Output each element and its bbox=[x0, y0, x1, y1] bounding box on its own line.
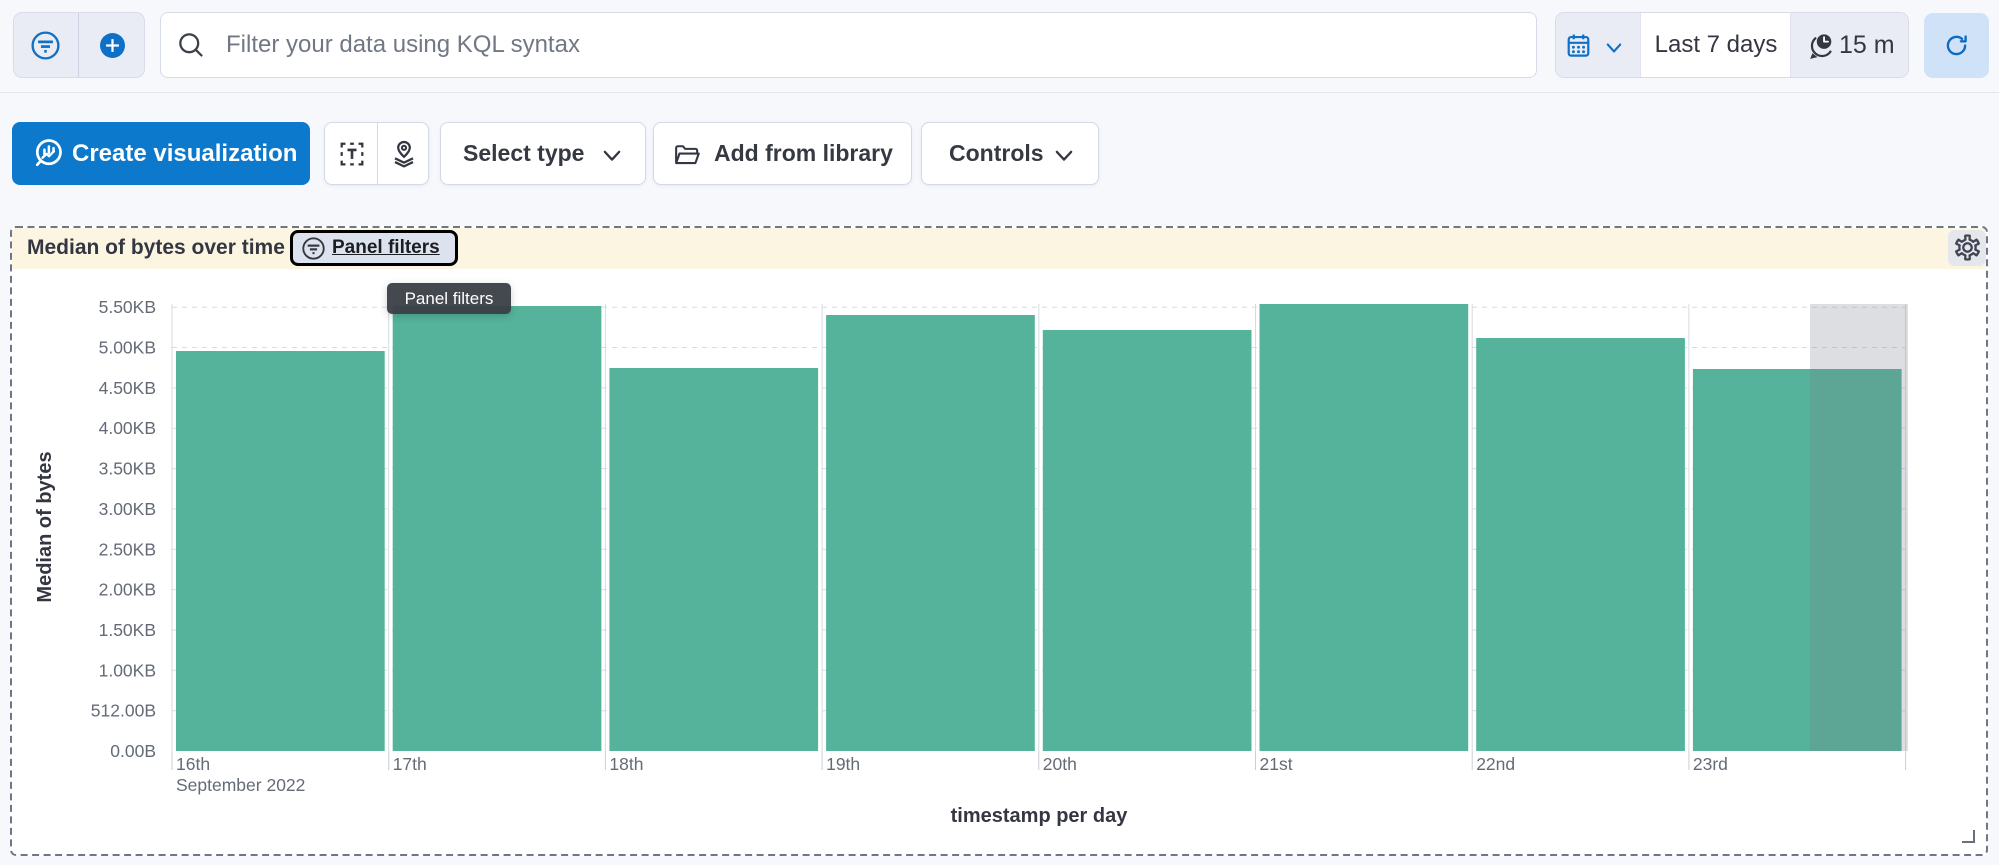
svg-text:18th: 18th bbox=[609, 754, 643, 774]
svg-text:timestamp per day: timestamp per day bbox=[951, 805, 1129, 827]
svg-text:3.00KB: 3.00KB bbox=[99, 499, 156, 519]
svg-text:21st: 21st bbox=[1260, 754, 1293, 774]
svg-text:23rd: 23rd bbox=[1693, 754, 1728, 774]
svg-text:1.00KB: 1.00KB bbox=[99, 660, 156, 680]
svg-text:512.00B: 512.00B bbox=[91, 701, 156, 721]
svg-text:20th: 20th bbox=[1043, 754, 1077, 774]
svg-text:3.50KB: 3.50KB bbox=[99, 459, 156, 479]
svg-text:Median of bytes: Median of bytes bbox=[34, 451, 56, 602]
svg-text:2.00KB: 2.00KB bbox=[99, 580, 156, 600]
svg-text:16th: 16th bbox=[176, 754, 210, 774]
svg-text:1.50KB: 1.50KB bbox=[99, 620, 156, 640]
svg-text:5.00KB: 5.00KB bbox=[99, 338, 156, 358]
svg-text:0.00B: 0.00B bbox=[110, 741, 156, 761]
svg-text:September 2022: September 2022 bbox=[176, 775, 305, 795]
svg-text:22nd: 22nd bbox=[1476, 754, 1515, 774]
svg-text:4.50KB: 4.50KB bbox=[99, 378, 156, 398]
svg-text:19th: 19th bbox=[826, 754, 860, 774]
svg-text:2.50KB: 2.50KB bbox=[99, 539, 156, 559]
svg-text:4.00KB: 4.00KB bbox=[99, 418, 156, 438]
svg-text:17th: 17th bbox=[393, 754, 427, 774]
svg-text:5.50KB: 5.50KB bbox=[99, 297, 156, 317]
